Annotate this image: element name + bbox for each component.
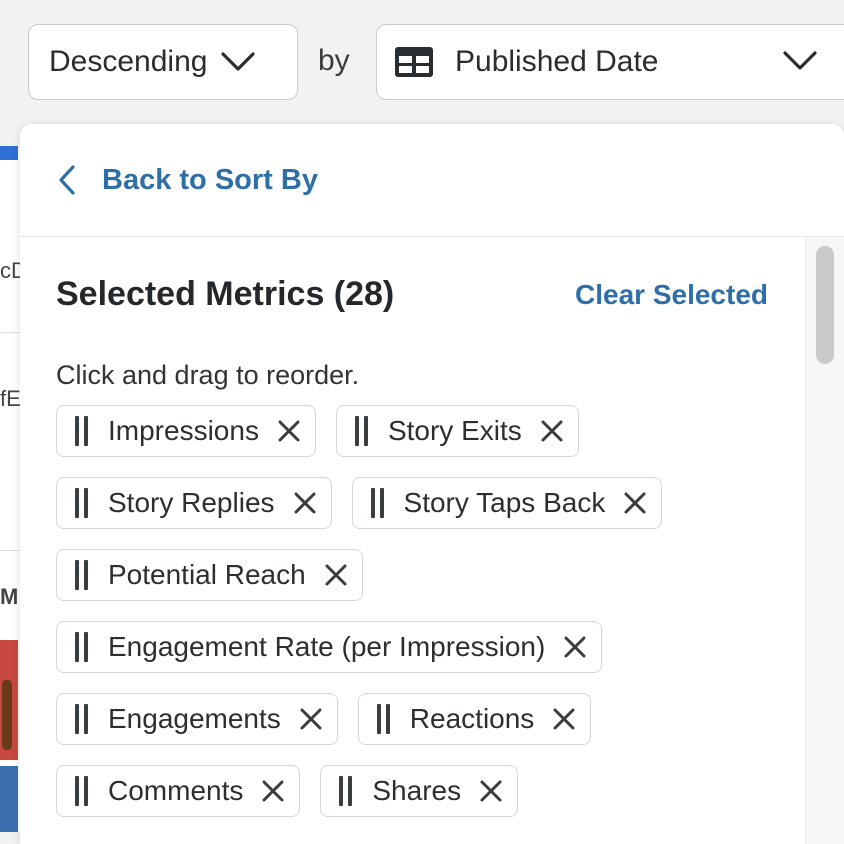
drag-handle-icon[interactable] xyxy=(75,416,88,446)
metric-chip[interactable]: Potential Reach xyxy=(56,549,363,601)
close-icon[interactable] xyxy=(293,491,317,515)
sort-toolbar: Descending by Published Date xyxy=(0,0,844,122)
drag-handle-icon[interactable] xyxy=(75,776,88,806)
clear-selected-link[interactable]: Clear Selected xyxy=(575,279,768,311)
metric-chip-label: Story Replies xyxy=(108,487,275,518)
background-divider xyxy=(0,550,20,551)
background-cell-text: fE xyxy=(0,386,21,411)
metric-chip-label: Reactions xyxy=(409,703,535,734)
metric-chip-label: Story Exits xyxy=(387,415,522,446)
by-label: by xyxy=(318,44,350,77)
metric-chip-label: Engagements xyxy=(108,703,281,734)
sort-order-value: Descending xyxy=(49,45,208,78)
metrics-panel: Back to Sort By Selected Metrics (28) Cl… xyxy=(20,124,844,844)
background-accent-bar xyxy=(0,146,18,160)
drag-handle-icon[interactable] xyxy=(75,560,88,590)
drag-handle-icon[interactable] xyxy=(376,704,390,734)
close-icon[interactable] xyxy=(261,779,285,803)
reorder-hint: Click and drag to reorder. xyxy=(56,360,360,390)
chevron-down-icon xyxy=(783,51,817,70)
back-label: Back to Sort By xyxy=(102,163,318,196)
scrollbar[interactable] xyxy=(805,238,844,844)
metric-chip[interactable]: Impressions xyxy=(56,405,316,457)
drag-handle-icon[interactable] xyxy=(75,632,88,662)
close-icon[interactable] xyxy=(563,635,587,659)
metric-chip[interactable]: Comments xyxy=(56,765,301,817)
drag-handle-icon[interactable] xyxy=(339,776,353,806)
close-icon[interactable] xyxy=(540,419,564,443)
metric-chip[interactable]: Engagements xyxy=(56,693,338,745)
background-post-thumbnail xyxy=(0,640,18,760)
metric-chip[interactable]: Story Taps Back xyxy=(351,477,663,529)
heading-row: Selected Metrics (28) Clear Selected xyxy=(56,275,768,314)
metric-chip[interactable]: Story Replies xyxy=(56,477,332,529)
metric-chip[interactable]: Shares xyxy=(320,765,519,817)
metric-chip[interactable]: Reactions xyxy=(357,693,592,745)
section-title: Selected Metrics (28) xyxy=(56,275,395,313)
close-icon[interactable] xyxy=(299,707,323,731)
sort-field-value: Published Date xyxy=(455,45,659,78)
close-icon[interactable] xyxy=(277,419,301,443)
drag-handle-icon[interactable] xyxy=(75,488,88,518)
metric-chip-label: Engagement Rate (per Impression) xyxy=(108,631,546,662)
table-icon xyxy=(395,47,433,77)
metric-chip-label: Impressions xyxy=(108,415,259,446)
selected-metrics-section: Selected Metrics (28) Clear Selected Cli… xyxy=(20,237,844,817)
background-divider xyxy=(0,332,20,333)
metric-chip[interactable]: Engagement Rate (per Impression) xyxy=(56,621,603,673)
close-icon[interactable] xyxy=(479,779,503,803)
metric-chip-label: Story Taps Back xyxy=(403,487,606,518)
chevron-down-icon xyxy=(221,52,256,71)
sort-field-select[interactable]: Published Date xyxy=(376,24,844,100)
close-icon[interactable] xyxy=(324,563,348,587)
drag-handle-icon[interactable] xyxy=(370,488,384,518)
drag-handle-icon[interactable] xyxy=(75,704,88,734)
background-post-thumbnail xyxy=(0,766,18,832)
sort-order-select[interactable]: Descending xyxy=(28,24,298,100)
background-cell-text: M xyxy=(0,584,19,609)
back-to-sort-by-button[interactable]: Back to Sort By xyxy=(20,124,844,237)
metric-chip-label: Potential Reach xyxy=(108,559,306,590)
metric-chip-label: Shares xyxy=(372,775,462,806)
scrollbar-thumb[interactable] xyxy=(816,246,834,364)
chevron-left-icon xyxy=(59,165,75,195)
drag-handle-icon[interactable] xyxy=(354,416,368,446)
close-icon[interactable] xyxy=(623,491,647,515)
close-icon[interactable] xyxy=(552,707,576,731)
metric-chip-label: Comments xyxy=(108,775,244,806)
metric-chip-list: Impressions Story Exits Story Replies St… xyxy=(56,405,796,817)
metric-chip[interactable]: Story Exits xyxy=(335,405,579,457)
